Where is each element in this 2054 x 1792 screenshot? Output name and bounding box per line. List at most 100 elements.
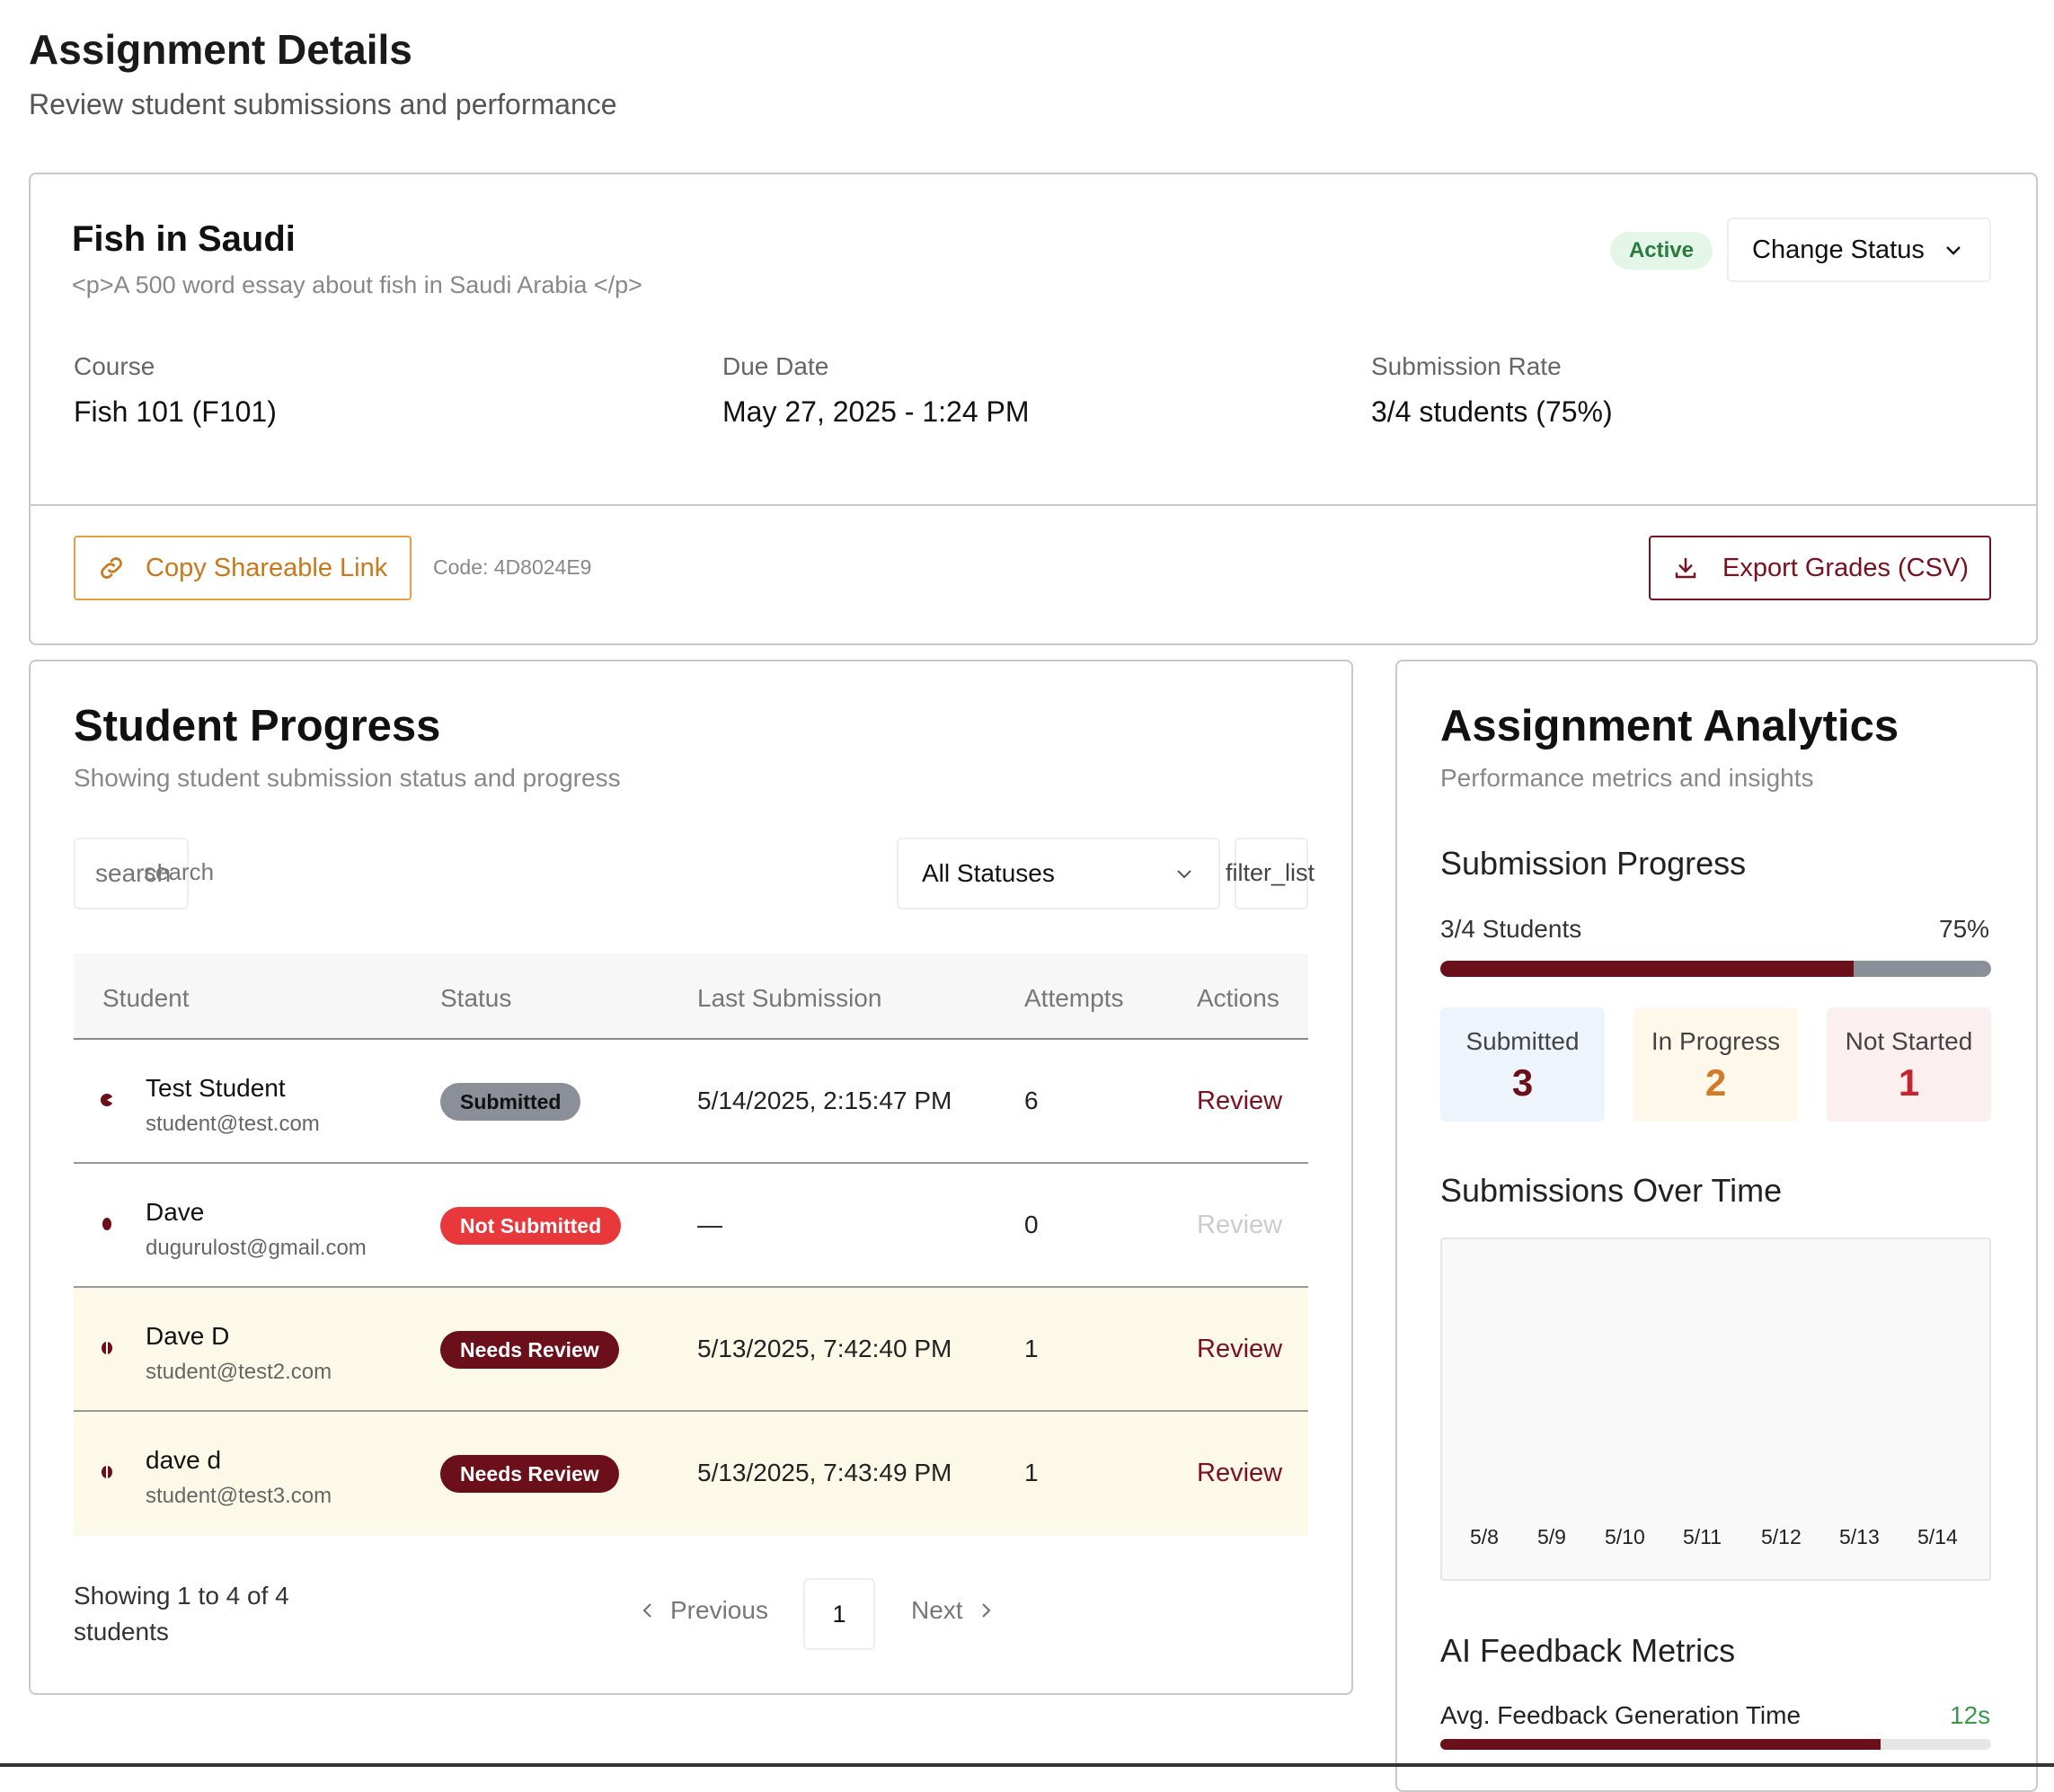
ai-feedback-title: AI Feedback Metrics [1440,1632,1736,1669]
table-row: Dave D student@test2.com Needs Review 5/… [74,1288,1308,1412]
download-icon [1672,554,1699,581]
column-header: Actions [1197,984,1279,1012]
stat-label: In Progress [1651,1027,1781,1055]
chevron-left-icon [640,1601,656,1620]
table-row: Dave dugurulost@gmail.com Not Submitted … [74,1164,1308,1288]
avatar-icon [99,1464,115,1480]
review-link[interactable]: Review [1197,1459,1282,1488]
student-name: dave d [146,1446,222,1474]
student-name: Dave D [146,1322,230,1350]
attempts-count: 6 [1024,1087,1039,1114]
card-divider [29,504,2038,506]
stat-submitted: Submitted 3 [1440,1007,1605,1122]
stat-not-started: Not Started 1 [1827,1007,1991,1122]
submissions-over-time-title: Submissions Over Time [1440,1172,1783,1209]
course-value: Fish 101 (F101) [74,395,277,428]
table-header: Student Status Last Submission Attempts … [74,954,1308,1040]
page-subtitle: Review student submissions and performan… [29,88,617,120]
review-link[interactable]: Review [1197,1087,1282,1116]
table-row: dave d student@test3.com Needs Review 5/… [74,1412,1308,1536]
assignment-code: Code: 4D8024E9 [433,555,592,579]
page-title: Assignment Details [29,26,412,73]
status-badge: Active [1610,232,1713,270]
avatar-icon [99,1216,115,1232]
copy-link-button[interactable]: Copy Shareable Link [74,536,412,600]
next-label: Next [911,1596,963,1624]
avatar-icon [99,1340,115,1356]
student-progress-title: Student Progress [74,702,441,750]
feedback-bar-fill [1440,1739,1881,1750]
chevron-down-icon [1173,863,1195,884]
chart-tick-label: 5/11 [1683,1525,1722,1548]
stat-label: Submitted [1465,1027,1580,1055]
search-icon: search [144,858,215,885]
change-status-dropdown[interactable]: Change Status [1727,217,1991,282]
stat-value: 2 [1704,1061,1727,1104]
student-email: student@test2.com [146,1360,332,1384]
feedback-time-bar [1440,1739,1991,1750]
analytics-subtitle: Performance metrics and insights [1440,764,1814,792]
progress-percent: 75% [1939,915,1990,943]
submission-progress-bar [1440,961,1991,977]
page-number-button[interactable]: 1 [803,1578,875,1650]
last-submission: 5/13/2025, 7:42:40 PM [697,1335,952,1362]
previous-page-button[interactable]: Previous [640,1596,768,1625]
status-filter-dropdown[interactable]: All Statuses [897,838,1220,909]
previous-label: Previous [670,1596,768,1624]
chart-tick-label: 5/14 [1917,1525,1958,1548]
attempts-count: 1 [1024,1335,1039,1362]
submission-rate-label: Submission Rate [1371,352,1562,380]
analytics-card [1395,660,2038,1792]
column-header: Student [102,984,190,1012]
chevron-right-icon [978,1601,994,1620]
last-submission: 5/14/2025, 2:15:47 PM [697,1087,952,1114]
student-email: dugurulost@gmail.com [146,1236,367,1260]
link-icon [97,554,126,582]
change-status-label: Change Status [1752,235,1925,264]
pagination-summary: Showing 1 to 4 of 4 students [74,1582,289,1646]
course-label: Course [74,352,155,380]
student-name: Test Student [146,1074,286,1102]
column-header: Status [440,984,512,1012]
filter-list-icon[interactable]: filter_list [1226,859,1315,887]
chart-tick-label: 5/13 [1839,1525,1880,1548]
progress-bar-fill [1440,961,1854,977]
copy-link-label: Copy Shareable Link [146,553,388,582]
status-badge: Needs Review [440,1331,619,1369]
review-link: Review [1197,1211,1283,1239]
feedback-time-label: Avg. Feedback Generation Time [1440,1701,1802,1729]
avatar-icon [99,1092,115,1108]
student-name: Dave [146,1198,205,1226]
attempts-count: 0 [1024,1211,1039,1238]
chart-tick-label: 5/10 [1605,1525,1645,1548]
submission-progress-title: Submission Progress [1440,845,1747,882]
chart-tick-label: 5/8 [1470,1525,1499,1548]
status-badge: Submitted [440,1083,581,1121]
next-page-button[interactable]: Next [911,1596,994,1625]
stat-value: 3 [1511,1061,1534,1104]
bottom-edge [0,1763,2054,1767]
status-badge: Needs Review [440,1455,619,1493]
student-email: student@test.com [146,1112,320,1136]
chart-tick-label: 5/12 [1761,1525,1802,1548]
student-progress-subtitle: Showing student submission status and pr… [74,764,621,792]
due-date-value: May 27, 2025 - 1:24 PM [722,395,1030,428]
last-submission: — [697,1211,722,1238]
last-submission: 5/13/2025, 7:43:49 PM [697,1459,952,1486]
assignment-title: Fish in Saudi [72,219,296,259]
stat-value: 1 [1898,1061,1920,1104]
chart-tick-label: 5/9 [1537,1525,1566,1548]
review-link[interactable]: Review [1197,1335,1282,1364]
analytics-title: Assignment Analytics [1440,702,1899,750]
submission-rate-value: 3/4 students (75%) [1371,395,1613,428]
stat-in-progress: In Progress 2 [1633,1007,1798,1122]
table-row: Test Student student@test.com Submitted … [74,1040,1308,1164]
stat-label: Not Started [1845,1027,1973,1055]
column-header: Attempts [1024,984,1124,1012]
chevron-down-icon [1943,239,1964,261]
feedback-time-value: 12s [1950,1701,1991,1729]
export-grades-label: Export Grades (CSV) [1722,553,1969,582]
export-grades-button[interactable]: Export Grades (CSV) [1649,536,1991,600]
status-badge: Not Submitted [440,1207,622,1245]
status-filter-value: All Statuses [922,859,1055,887]
